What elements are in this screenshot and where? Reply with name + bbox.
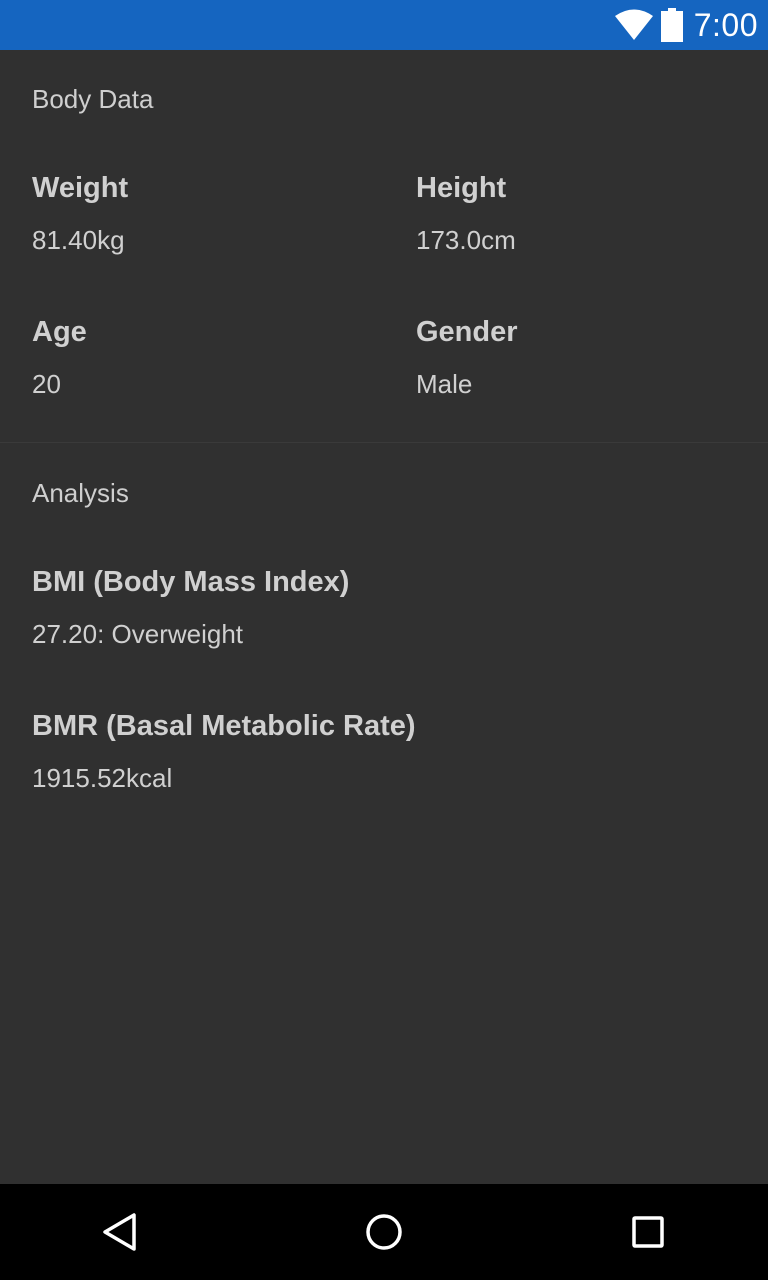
status-bar: 7:00	[0, 0, 768, 50]
gender-value: Male	[416, 369, 473, 399]
height-field[interactable]: Height 173.0cm	[416, 172, 516, 256]
age-value: 20	[32, 369, 61, 399]
back-icon	[103, 1213, 136, 1251]
age-field[interactable]: Age 20	[32, 316, 87, 400]
analysis-section-title: Analysis	[32, 478, 129, 508]
home-button[interactable]	[336, 1184, 432, 1280]
recents-button[interactable]	[600, 1184, 696, 1280]
bmr-label: BMR (Basal Metabolic Rate)	[32, 710, 416, 742]
section-divider	[0, 442, 768, 443]
weight-value: 81.40kg	[32, 225, 125, 255]
main-content: Body Data Weight 81.40kg Height 173.0cm …	[0, 50, 768, 1184]
weight-field[interactable]: Weight 81.40kg	[32, 172, 128, 256]
bmi-field[interactable]: BMI (Body Mass Index) 27.20: Overweight	[32, 566, 349, 650]
gender-field[interactable]: Gender Male	[416, 316, 518, 400]
bmi-label: BMI (Body Mass Index)	[32, 566, 350, 598]
back-button[interactable]	[72, 1184, 168, 1280]
height-label: Height	[416, 172, 507, 204]
bmi-value: 27.20: Overweight	[32, 619, 244, 649]
wifi-icon	[614, 9, 653, 40]
weight-label: Weight	[32, 172, 129, 204]
body-data-section-title: Body Data	[32, 84, 154, 114]
status-icons: 7:00	[614, 0, 758, 50]
recents-icon	[632, 1216, 664, 1248]
home-icon	[366, 1214, 402, 1250]
gender-label: Gender	[416, 316, 518, 348]
bmr-field[interactable]: BMR (Basal Metabolic Rate) 1915.52kcal	[32, 710, 416, 794]
bmr-value: 1915.52kcal	[32, 763, 173, 793]
age-label: Age	[32, 316, 87, 348]
navigation-bar	[0, 1184, 768, 1280]
battery-icon	[660, 8, 683, 42]
height-value: 173.0cm	[416, 225, 516, 255]
status-time: 7:00	[693, 6, 758, 43]
